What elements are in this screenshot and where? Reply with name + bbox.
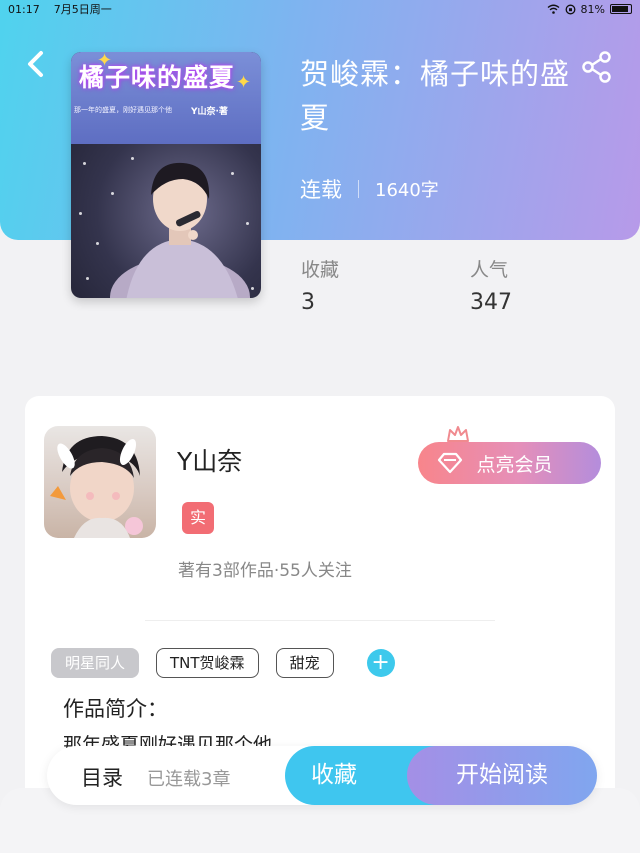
stat-favorites: 收藏 3 [301,255,339,315]
stat-label: 收藏 [301,259,340,281]
plus-icon: + [371,650,390,675]
add-tag-button[interactable]: + [366,649,395,677]
back-button[interactable] [22,48,52,82]
status-bar: 01:17 7月5日周一 81% [0,0,640,18]
author-name: Y山奈 [177,447,243,476]
word-count: 1640字 [375,180,439,201]
wifi-icon [547,4,559,14]
stat-label: 人气 [470,259,509,281]
share-icon [582,51,611,83]
tag-list: 明星同人 TNT贺峻霖 甜宠 + [51,648,395,678]
intro-heading: 作品简介： [63,697,168,721]
start-reading-button[interactable]: 开始阅读 [407,746,597,805]
author-stats: 著有3部作品·55人关注 [178,561,352,581]
stat-value: 3 [301,290,315,315]
vip-button-label: 点亮会员 [476,453,553,476]
bottom-action-bar: 目录 已连载3章 收藏 开始阅读 [47,746,597,805]
book-title: 贺峻霖：橘子味的盛夏 [300,57,571,135]
battery-icon [610,4,632,14]
cover-author: Y山奈·著 [191,107,228,117]
stat-value: 347 [470,290,512,315]
chapter-count: 已连载3章 [147,769,231,790]
sparkle-icon: ✦ [236,72,252,93]
battery-percent: 81% [580,2,605,16]
divider [145,620,495,621]
sparkle-icon: ✦ [97,52,113,71]
diamond-icon [438,452,463,474]
meta-divider [358,180,359,198]
tag-chip[interactable]: 甜宠 [275,648,334,678]
book-meta: 连载 1640字 [300,174,439,204]
cover-subtitle: 那一年的盛夏，刚好遇见那个他 [74,106,172,114]
book-cover[interactable]: 橘子味的盛夏 ✦ ✦ 那一年的盛夏，刚好遇见那个他 Y山奈·著 [71,52,261,298]
status-date: 7月5日周一 [53,3,112,16]
chevron-left-icon [28,51,43,77]
cover-illustration [110,162,250,298]
serial-status: 连载 [300,178,342,202]
toc-button[interactable]: 目录 [81,762,123,792]
tag-chip[interactable]: 明星同人 [51,648,140,678]
vip-button[interactable]: 点亮会员 [418,442,601,484]
tag-chip[interactable]: TNT贺峻霖 [156,648,259,678]
status-time: 01:17 [8,2,40,16]
verified-badge: 实 [182,502,214,534]
avatar[interactable] [44,426,156,538]
share-button[interactable] [580,50,614,84]
orientation-lock-icon [565,4,575,14]
avatar-illustration [50,436,143,538]
status-right: 81% [547,3,632,16]
stat-popularity: 人气 347 [470,255,512,315]
crown-icon [447,426,469,442]
